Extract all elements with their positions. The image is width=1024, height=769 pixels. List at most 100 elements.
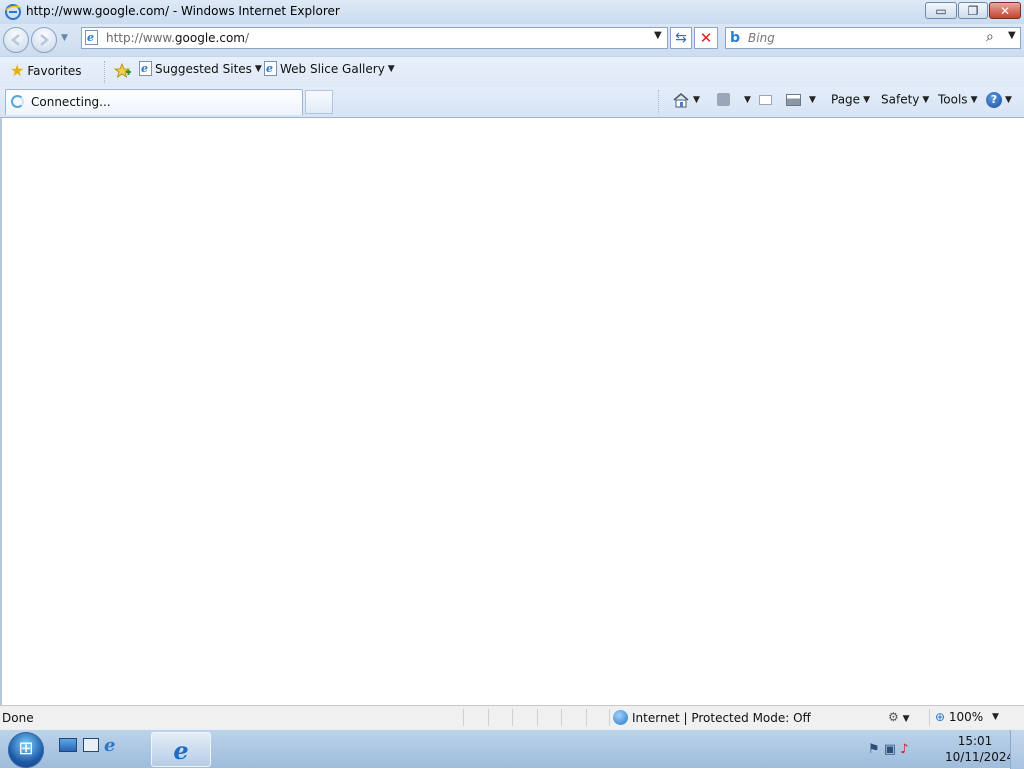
home-icon	[673, 93, 689, 108]
search-options-dropdown[interactable]: ▼	[1008, 30, 1016, 41]
mail-icon	[759, 94, 772, 105]
status-divider	[586, 709, 587, 726]
minimize-button[interactable]: ▭	[925, 2, 957, 19]
tab-active[interactable]: Connecting...	[5, 89, 303, 115]
chevron-down-icon: ▼	[693, 95, 700, 105]
suggested-sites-label: Suggested Sites	[155, 61, 252, 76]
page-icon: e	[139, 61, 152, 76]
security-icon: ⚙	[888, 710, 899, 724]
status-text: Done	[2, 711, 34, 725]
new-tab-button[interactable]	[305, 90, 333, 114]
add-to-favorites-button[interactable]	[113, 62, 132, 82]
chevron-down-icon: ▼	[902, 714, 910, 724]
page-content-area[interactable]	[0, 118, 1024, 705]
tab-label: Connecting...	[31, 95, 111, 109]
home-button[interactable]: ▼	[672, 92, 700, 112]
status-divider	[512, 709, 513, 726]
web-slice-gallery-label: Web Slice Gallery	[280, 61, 385, 76]
status-divider	[488, 709, 489, 726]
volume-muted-icon: ♪	[900, 742, 909, 757]
zoom-dropdown-icon[interactable]: ▼	[992, 712, 999, 722]
minimize-icon: ▭	[935, 4, 947, 18]
stop-icon: ✕	[699, 29, 713, 47]
status-bar: Done Internet | Protected Mode: Off ⚙ ▼ …	[0, 705, 1024, 729]
action-center-icon: ⚑	[868, 742, 880, 757]
status-divider	[537, 709, 538, 726]
address-dropdown-icon[interactable]: ▼	[654, 30, 662, 41]
navigation-bar: ▼ e http://www.google.com/ ▼ ⇆ ✕ b ⌕ ▼	[0, 24, 1024, 56]
zoom-icon: ⊕	[935, 710, 946, 724]
clock[interactable]: 15:01 10/11/2024	[945, 733, 1014, 765]
search-box[interactable]: b ⌕ ▼	[725, 27, 1021, 49]
close-icon: ✕	[999, 4, 1011, 18]
address-input[interactable]: http://www.google.com/	[106, 31, 249, 45]
tab-and-command-bar: Connecting... ▼ ▼ ▼ Page ▼ Safety ▼ Tools ▼…	[0, 87, 1024, 118]
tools-menu-label: Tools	[938, 92, 968, 107]
search-icon[interactable]: ⌕	[986, 29, 994, 45]
start-orb-icon: ⊞	[18, 738, 34, 759]
star-icon: ★	[10, 61, 25, 80]
show-desktop-icon[interactable]	[1010, 730, 1024, 769]
globe-icon	[613, 710, 628, 725]
chevron-down-icon: ▼	[922, 94, 930, 105]
switch-windows-quicklaunch-icon[interactable]	[83, 738, 99, 752]
web-slice-gallery-link[interactable]: e Web Slice Gallery ▼	[264, 61, 395, 83]
zoom-level-text: 100%	[948, 710, 984, 724]
tools-menu-button[interactable]: Tools ▼	[938, 92, 977, 112]
security-status-button[interactable]: ⚙ ▼	[888, 710, 910, 724]
close-button[interactable]: ✕	[989, 2, 1021, 19]
favorites-label: Favorites	[27, 63, 82, 78]
network-icon: ▣	[883, 742, 897, 757]
print-icon	[786, 93, 801, 106]
page-icon: e	[85, 30, 98, 45]
help-button[interactable]: ? ▼	[986, 92, 1012, 112]
recent-pages-dropdown[interactable]: ▼	[61, 33, 68, 43]
back-arrow-icon	[11, 34, 20, 46]
taskbar-ie-window-button[interactable]: e	[151, 732, 211, 767]
back-button[interactable]	[3, 27, 29, 53]
command-separator	[658, 90, 660, 114]
chevron-down-icon: ▼	[387, 63, 395, 74]
status-divider	[929, 709, 930, 726]
clock-time: 15:01	[957, 734, 993, 748]
chevron-down-icon: ▼	[970, 94, 978, 105]
security-zone-text[interactable]: Internet | Protected Mode: Off	[632, 711, 811, 725]
chevron-down-icon: ▼	[744, 94, 751, 105]
feeds-button[interactable]: ▼	[717, 92, 751, 112]
ie-logo-icon	[4, 3, 22, 24]
status-divider	[463, 709, 464, 726]
favorites-button[interactable]: ★ Favorites	[10, 61, 82, 83]
ie-quicklaunch-icon[interactable]: e	[104, 735, 115, 756]
zoom-level-button[interactable]: ⊕ 100%	[935, 710, 983, 724]
page-menu-button[interactable]: Page ▼	[831, 92, 870, 112]
maximize-button[interactable]: ❐	[958, 2, 988, 19]
page-icon: e	[264, 61, 277, 76]
read-mail-button[interactable]	[759, 92, 772, 112]
chevron-down-icon: ▼	[254, 63, 262, 74]
address-bar[interactable]: e http://www.google.com/ ▼	[81, 27, 668, 49]
safety-menu-label: Safety	[881, 92, 920, 107]
refresh-button[interactable]: ⇆	[670, 27, 692, 49]
suggested-sites-link[interactable]: e Suggested Sites ▼	[139, 61, 262, 83]
chevron-down-icon: ▼	[809, 94, 816, 105]
search-input[interactable]	[748, 30, 978, 46]
start-button[interactable]: ⊞	[8, 732, 44, 768]
favorites-bar: ★ Favorites e Suggested Sites ▼ e Web Slice …	[0, 56, 1024, 87]
favorites-separator	[104, 61, 106, 83]
safety-menu-button[interactable]: Safety ▼	[881, 92, 929, 112]
chevron-down-icon: ▼	[863, 94, 870, 105]
forward-button[interactable]	[31, 27, 57, 53]
taskbar: ⊞ e e ⚑ ▣ ♪ 15:01 10/11/2024	[0, 729, 1024, 769]
ie-logo-icon: e	[173, 736, 189, 765]
chevron-down-icon: ▼	[1005, 95, 1012, 105]
page-menu-label: Page	[831, 92, 861, 107]
status-divider	[609, 709, 610, 726]
loading-spinner-icon	[11, 95, 24, 108]
system-tray-icons[interactable]: ⚑ ▣ ♪	[868, 742, 909, 757]
show-desktop-quicklaunch-icon[interactable]	[59, 738, 77, 752]
title-bar[interactable]: http://www.google.com/ - Windows Interne…	[0, 0, 1024, 24]
print-button[interactable]: ▼	[786, 92, 816, 112]
bing-icon: b	[730, 30, 741, 46]
stop-button[interactable]: ✕	[694, 27, 718, 49]
restore-icon: ❐	[967, 4, 979, 18]
